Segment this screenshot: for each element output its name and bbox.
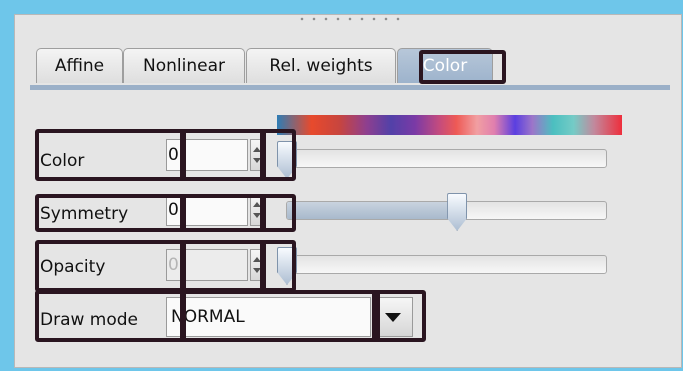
draw-mode-select[interactable]: NORMAL: [166, 297, 371, 337]
spin-up-icon[interactable]: [253, 202, 261, 207]
opacity-value-field[interactable]: 0: [166, 249, 248, 281]
chevron-down-icon: [385, 313, 401, 322]
spin-down-icon[interactable]: [253, 268, 261, 273]
tab-color-label: Color: [422, 56, 468, 76]
opacity-slider-track[interactable]: [286, 255, 607, 274]
tab-affine[interactable]: Affine: [36, 48, 123, 83]
draw-mode-label: Draw mode: [40, 310, 139, 330]
resize-grip[interactable]: [296, 16, 406, 22]
tab-rel-weights-label: Rel. weights: [269, 56, 373, 76]
color-spinner[interactable]: [250, 139, 264, 171]
opacity-label: Opacity: [40, 257, 106, 277]
opacity-spinner[interactable]: [250, 249, 264, 281]
symmetry-spinner[interactable]: [250, 194, 264, 226]
spin-up-icon[interactable]: [253, 147, 261, 152]
spin-up-icon[interactable]: [253, 257, 261, 262]
spin-down-icon[interactable]: [253, 213, 261, 218]
symmetry-slider-fill: [287, 202, 457, 219]
symmetry-slider-track[interactable]: [286, 201, 607, 220]
tab-nonlinear-label: Nonlinear: [143, 56, 225, 76]
symmetry-label: Symmetry: [40, 204, 129, 224]
draw-mode-dropdown-button[interactable]: [373, 297, 413, 337]
tab-strip: Affine Nonlinear Rel. weights Color: [30, 47, 670, 85]
color-slider-track[interactable]: [286, 149, 607, 168]
spin-down-icon[interactable]: [253, 158, 261, 163]
color-label: Color: [40, 151, 85, 171]
tab-rel-weights[interactable]: Rel. weights: [246, 48, 396, 83]
tab-color[interactable]: Color: [397, 48, 493, 83]
tab-nonlinear[interactable]: Nonlinear: [123, 48, 245, 83]
color-spectrum-bar: [277, 115, 622, 135]
tab-affine-label: Affine: [54, 56, 105, 76]
tab-underline: [30, 85, 670, 90]
color-value-field[interactable]: 0: [166, 139, 248, 171]
symmetry-value-field[interactable]: 0: [166, 194, 248, 226]
